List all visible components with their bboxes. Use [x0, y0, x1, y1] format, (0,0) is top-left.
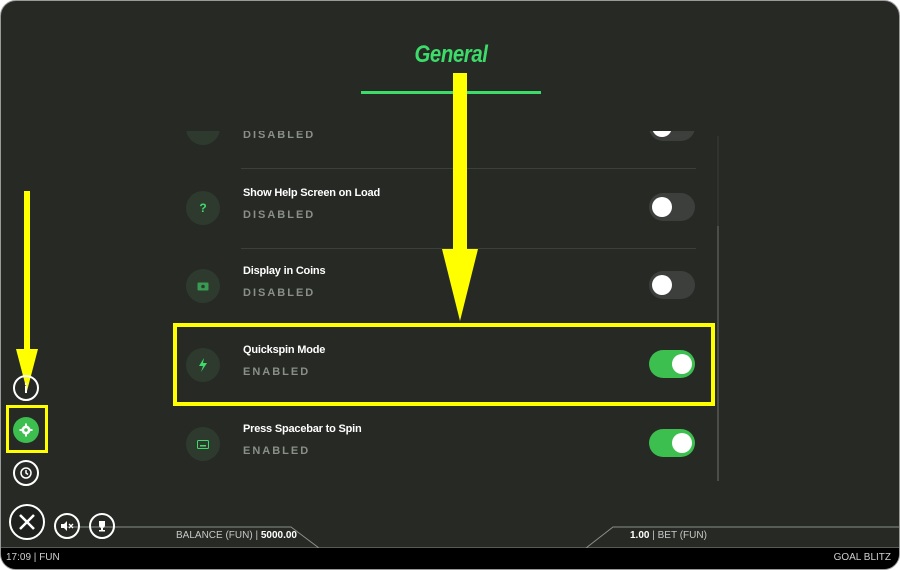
clock: 17:09 [6, 552, 32, 563]
display-coins-toggle[interactable] [649, 271, 695, 299]
scrollbar-thumb[interactable] [717, 226, 719, 481]
history-button[interactable] [13, 460, 39, 486]
setting-label: Press Spacebar to Spin [243, 423, 362, 435]
setting-row-help-screen[interactable]: ? Show Help Screen on Load DISABLED [176, 171, 706, 249]
balance-label: BALANCE (FUN) [176, 530, 253, 541]
annotation-arrow-shaft [453, 73, 467, 253]
bottom-bar [1, 526, 899, 548]
setting-status: DISABLED [243, 131, 316, 141]
keyboard-icon [186, 427, 220, 461]
setting-icon [186, 131, 220, 145]
status-bar [1, 548, 899, 569]
setting-row-hidden[interactable]: DISABLED [176, 131, 706, 169]
gear-icon [19, 423, 33, 437]
setting-toggle[interactable] [649, 131, 695, 141]
close-icon [19, 514, 35, 530]
history-icon [20, 467, 32, 479]
bet-display: 1.00 | BET (FUN) [630, 530, 707, 541]
setting-status: ENABLED [243, 445, 311, 457]
mode-label: FUN [39, 552, 60, 563]
question-glyph: ? [199, 201, 207, 215]
bet-label: BET [657, 530, 677, 541]
setting-row-display-coins[interactable]: Display in Coins DISABLED [176, 249, 706, 327]
spacebar-toggle[interactable] [649, 429, 695, 457]
annotation-highlight-box [173, 323, 715, 406]
trophy-button[interactable] [89, 513, 115, 539]
page-title: General [414, 41, 488, 68]
toggle-knob [652, 275, 672, 295]
settings-button[interactable] [13, 417, 39, 443]
toggle-knob [652, 197, 672, 217]
status-left: 17:09 | FUN [6, 552, 60, 563]
sound-button[interactable] [54, 513, 80, 539]
scrollbar[interactable] [717, 136, 719, 481]
game-settings-window: General DISABLED ? Show Help Screen on L… [0, 0, 900, 570]
info-icon [24, 382, 28, 393]
row-divider [241, 168, 696, 169]
title-underline [361, 91, 541, 94]
balance-display: BALANCE (FUN) | 5000.00 [176, 530, 297, 541]
settings-list[interactable]: DISABLED ? Show Help Screen on Load DISA… [176, 131, 706, 486]
balance-value: 5000.00 [260, 530, 297, 541]
question-icon: ? [186, 191, 220, 225]
setting-row-spacebar[interactable]: Press Spacebar to Spin ENABLED [176, 407, 706, 485]
help-screen-toggle[interactable] [649, 193, 695, 221]
setting-status: DISABLED [243, 287, 316, 299]
setting-label: Display in Coins [243, 265, 326, 277]
game-name: GOAL BLITZ [833, 552, 891, 563]
setting-status: DISABLED [243, 209, 316, 221]
close-button[interactable] [9, 504, 45, 540]
toggle-knob [672, 433, 692, 453]
annotation-arrow-head [442, 249, 478, 321]
setting-label: Show Help Screen on Load [243, 187, 380, 199]
annotation-arrow-left-shaft [24, 191, 30, 351]
info-button[interactable] [13, 375, 39, 401]
toggle-knob [652, 131, 672, 137]
mute-icon [61, 521, 74, 531]
bet-value: 1.00 [630, 530, 650, 541]
bet-currency: (FUN) [679, 530, 707, 541]
coins-icon [186, 269, 220, 303]
trophy-icon [99, 521, 105, 532]
